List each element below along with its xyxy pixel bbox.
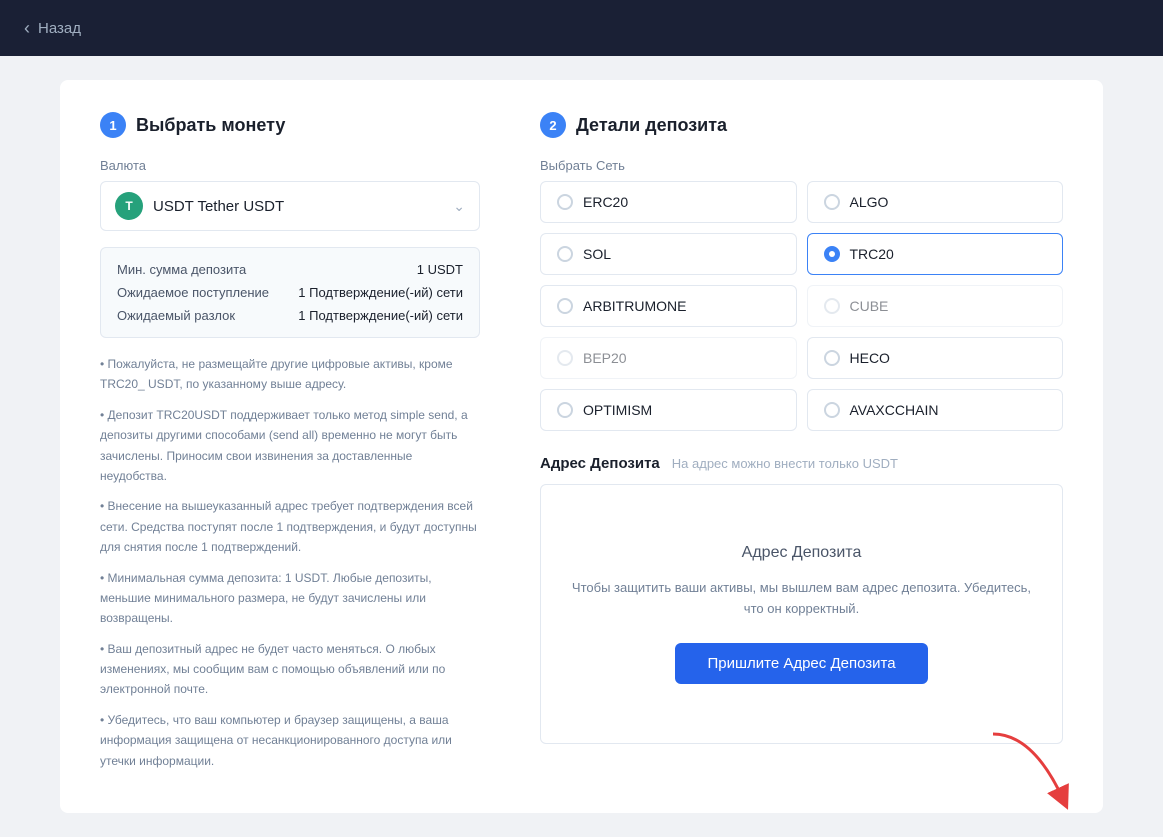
network-label-cube: CUBE bbox=[850, 298, 889, 314]
network-label-arbitrumone: ARBITRUMONE bbox=[583, 298, 686, 314]
expected-unlock-row: Ожидаемый разлок 1 Подтверждение(-ий) се… bbox=[117, 308, 463, 323]
note-item: • Пожалуйста, не размещайте другие цифро… bbox=[100, 354, 480, 395]
step1-title: 1 Выбрать монету bbox=[100, 112, 480, 138]
note-item: • Убедитесь, что ваш компьютер и браузер… bbox=[100, 710, 480, 771]
network-item-sol[interactable]: SOL bbox=[540, 233, 797, 275]
radio-sol bbox=[557, 246, 573, 262]
network-label: Выбрать Сеть bbox=[540, 158, 1063, 173]
addr-hint: На адрес можно внести только USDT bbox=[672, 456, 898, 471]
send-address-button[interactable]: Пришлите Адрес Депозита bbox=[675, 643, 927, 684]
deposit-card: 1 Выбрать монету Валюта T USDT Tether US… bbox=[60, 80, 1103, 813]
expected-arrival-label: Ожидаемое поступление bbox=[117, 285, 269, 300]
network-label-trc20: TRC20 bbox=[850, 246, 894, 262]
network-label-optimism: OPTIMISM bbox=[583, 402, 652, 418]
expected-unlock-label: Ожидаемый разлок bbox=[117, 308, 235, 323]
radio-trc20 bbox=[824, 246, 840, 262]
network-item-erc20[interactable]: ERC20 bbox=[540, 181, 797, 223]
addr-box-subtitle: Чтобы защитить ваши активы, мы вышлем ва… bbox=[571, 578, 1032, 620]
step1-section: 1 Выбрать монету Валюта T USDT Tether US… bbox=[100, 112, 480, 781]
usdt-icon: T bbox=[115, 192, 143, 220]
min-deposit-label: Мин. сумма депозита bbox=[117, 262, 246, 277]
network-grid: ERC20 ALGO SOL TRC20 ARBITRUMONE CUBE BEP20 HEC… bbox=[540, 181, 1063, 431]
radio-bep20 bbox=[557, 350, 573, 366]
addr-box-title: Адрес Депозита bbox=[742, 544, 862, 562]
network-item-cube[interactable]: CUBE bbox=[807, 285, 1064, 327]
step1-title-text: Выбрать монету bbox=[136, 115, 285, 136]
radio-algo bbox=[824, 194, 840, 210]
network-item-arbitrumone[interactable]: ARBITRUMONE bbox=[540, 285, 797, 327]
step2-title-text: Детали депозита bbox=[576, 115, 727, 136]
network-item-bep20[interactable]: BEP20 bbox=[540, 337, 797, 379]
network-label-avaxcchain: AVAXCCHAIN bbox=[850, 402, 939, 418]
radio-avaxcchain bbox=[824, 402, 840, 418]
deposit-notes: • Пожалуйста, не размещайте другие цифро… bbox=[100, 354, 480, 771]
deposit-info-box: Мин. сумма депозита 1 USDT Ожидаемое пос… bbox=[100, 247, 480, 338]
main-content: 1 Выбрать монету Валюта T USDT Tether US… bbox=[0, 56, 1163, 837]
chevron-down-icon: ⌄ bbox=[453, 198, 465, 215]
network-label-erc20: ERC20 bbox=[583, 194, 628, 210]
addr-section-header: Адрес Депозита На адрес можно внести тол… bbox=[540, 455, 1063, 472]
network-label-sol: SOL bbox=[583, 246, 611, 262]
addr-box: Адрес Депозита Чтобы защитить ваши актив… bbox=[540, 484, 1063, 744]
expected-arrival-value: 1 Подтверждение(-ий) сети bbox=[298, 285, 463, 300]
network-item-trc20[interactable]: TRC20 bbox=[807, 233, 1064, 275]
radio-optimism bbox=[557, 402, 573, 418]
network-item-optimism[interactable]: OPTIMISM bbox=[540, 389, 797, 431]
note-item: • Ваш депозитный адрес не будет часто ме… bbox=[100, 639, 480, 700]
network-item-algo[interactable]: ALGO bbox=[807, 181, 1064, 223]
step2-title: 2 Детали депозита bbox=[540, 112, 1063, 138]
network-item-avaxcchain[interactable]: AVAXCCHAIN bbox=[807, 389, 1064, 431]
red-arrow-icon bbox=[973, 724, 1083, 814]
network-label-algo: ALGO bbox=[850, 194, 889, 210]
network-label-heco: HECO bbox=[850, 350, 890, 366]
radio-arbitrumone bbox=[557, 298, 573, 314]
network-item-heco[interactable]: HECO bbox=[807, 337, 1064, 379]
radio-heco bbox=[824, 350, 840, 366]
expected-unlock-value: 1 Подтверждение(-ий) сети bbox=[298, 308, 463, 323]
deposit-address-section: Адрес Депозита На адрес можно внести тол… bbox=[540, 455, 1063, 744]
step2-section: 2 Детали депозита Выбрать Сеть ERC20 ALGO… bbox=[540, 112, 1063, 781]
note-item: • Депозит TRC20USDT поддерживает только … bbox=[100, 405, 480, 487]
currency-select[interactable]: T USDT Tether USDT ⌄ bbox=[100, 181, 480, 231]
step1-badge: 1 bbox=[100, 112, 126, 138]
addr-section-title: Адрес Депозита bbox=[540, 455, 660, 472]
back-button[interactable]: ‹ Назад bbox=[24, 18, 81, 39]
chevron-left-icon: ‹ bbox=[24, 18, 30, 39]
min-deposit-row: Мин. сумма депозита 1 USDT bbox=[117, 262, 463, 277]
note-item: • Минимальная сумма депозита: 1 USDT. Лю… bbox=[100, 568, 480, 629]
top-nav: ‹ Назад bbox=[0, 0, 1163, 56]
back-label: Назад bbox=[38, 20, 81, 37]
note-item: • Внесение на вышеуказанный адрес требуе… bbox=[100, 496, 480, 557]
currency-label: Валюта bbox=[100, 158, 480, 173]
radio-cube bbox=[824, 298, 840, 314]
min-deposit-value: 1 USDT bbox=[417, 262, 463, 277]
expected-arrival-row: Ожидаемое поступление 1 Подтверждение(-и… bbox=[117, 285, 463, 300]
radio-erc20 bbox=[557, 194, 573, 210]
network-label-bep20: BEP20 bbox=[583, 350, 627, 366]
currency-value: USDT Tether USDT bbox=[153, 198, 443, 215]
step2-badge: 2 bbox=[540, 112, 566, 138]
